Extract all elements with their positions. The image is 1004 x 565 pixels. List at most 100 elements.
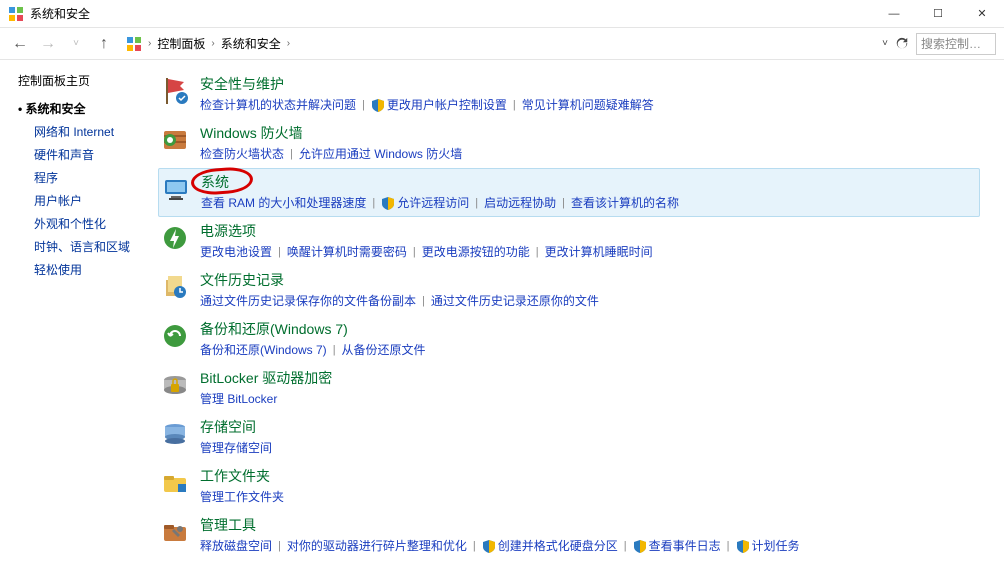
separator: | <box>475 197 478 209</box>
sidebar-item-3[interactable]: 程序 <box>18 166 150 189</box>
sidebar-item-1[interactable]: 网络和 Internet <box>18 120 150 143</box>
category-body: 备份和还原(Windows 7) 备份和还原(Windows 7) | 从备份还原文件 <box>200 319 980 358</box>
sub-link-security-maintenance-2[interactable]: 常见计算机问题疑难解答 <box>522 96 654 113</box>
category-title-link[interactable]: 存储空间 <box>200 417 256 437</box>
category-firewall: Windows 防火墙检查防火墙状态 | 允许应用通过 Windows 防火墙 <box>158 119 980 168</box>
separator: | <box>473 540 476 552</box>
category-security-maintenance: 安全性与维护检查计算机的状态并解决问题|更改用户帐户控制设置|常见计算机问题疑难… <box>158 70 980 119</box>
shield-icon <box>371 98 385 112</box>
breadcrumb-current[interactable]: 系统和安全 <box>221 35 281 52</box>
breadcrumb-root[interactable]: 控制面板 <box>157 35 205 52</box>
sub-link-power-0[interactable]: 更改电池设置 <box>200 243 272 260</box>
sub-links: 检查计算机的状态并解决问题|更改用户帐户控制设置|常见计算机问题疑难解答 <box>200 96 980 113</box>
sub-link-label: 启动远程协助 <box>484 194 556 211</box>
sub-link-system-2[interactable]: 启动远程协助 <box>484 194 556 211</box>
sidebar-item-7[interactable]: 轻松使用 <box>18 258 150 281</box>
sub-link-system-3[interactable]: 查看该计算机的名称 <box>571 194 679 211</box>
up-button[interactable]: ↑ <box>92 32 116 56</box>
sub-link-admin-tools-4[interactable]: 计划任务 <box>736 537 800 554</box>
sub-link-label: 创建并格式化硬盘分区 <box>498 537 618 554</box>
sidebar-home-link[interactable]: 控制面板主页 <box>18 72 150 89</box>
sub-link-admin-tools-1[interactable]: 对你的驱动器进行碎片整理和优化 <box>287 537 467 554</box>
category-title-link[interactable]: 电源选项 <box>200 221 256 241</box>
sub-link-system-1[interactable]: 允许远程访问 <box>381 194 469 211</box>
sub-link-security-maintenance-1[interactable]: 更改用户帐户控制设置 <box>371 96 507 113</box>
category-title-link[interactable]: 系统 <box>201 172 229 192</box>
chevron-right-icon[interactable]: › <box>211 38 214 49</box>
sub-link-admin-tools-2[interactable]: 创建并格式化硬盘分区 <box>482 537 618 554</box>
sub-link-label: 更改电池设置 <box>200 243 272 260</box>
separator: | <box>290 148 293 160</box>
sub-link-label: 更改计算机睡眠时间 <box>545 243 653 260</box>
category-body: 安全性与维护检查计算机的状态并解决问题|更改用户帐户控制设置|常见计算机问题疑难… <box>200 74 980 113</box>
power-icon <box>160 223 190 253</box>
category-title-link[interactable]: 管理工具 <box>200 515 256 535</box>
category-work-folders: 工作文件夹管理工作文件夹 <box>158 462 980 511</box>
sub-link-power-3[interactable]: 更改计算机睡眠时间 <box>545 243 653 260</box>
close-button[interactable]: ✕ <box>960 0 1004 28</box>
category-title-link[interactable]: 文件历史记录 <box>200 270 284 290</box>
sub-link-work-folders-0[interactable]: 管理工作文件夹 <box>200 488 284 505</box>
sub-links: 管理存储空间 <box>200 439 980 456</box>
separator: | <box>422 295 425 307</box>
sub-links: 通过文件历史记录保存你的文件备份副本 | 通过文件历史记录还原你的文件 <box>200 292 980 309</box>
sidebar-item-6[interactable]: 时钟、语言和区域 <box>18 235 150 258</box>
sidebar-item-2[interactable]: 硬件和声音 <box>18 143 150 166</box>
refresh-button[interactable] <box>892 34 912 54</box>
category-title-link[interactable]: 安全性与维护 <box>200 74 284 94</box>
chevron-right-icon[interactable]: › <box>148 38 151 49</box>
sub-link-label: 允许远程访问 <box>397 194 469 211</box>
sub-link-backup-restore-1[interactable]: 从备份还原文件 <box>342 341 426 358</box>
separator: | <box>413 246 416 258</box>
shield-icon <box>736 539 750 553</box>
sub-link-system-0[interactable]: 查看 RAM 的大小和处理器速度 <box>201 194 366 211</box>
window-controls: — ☐ ✕ <box>872 0 1004 28</box>
address-dropdown[interactable]: ˅ <box>882 38 888 49</box>
sidebar-item-4[interactable]: 用户帐户 <box>18 189 150 212</box>
category-power: 电源选项更改电池设置|唤醒计算机时需要密码|更改电源按钮的功能|更改计算机睡眠时… <box>158 217 980 266</box>
sub-link-power-2[interactable]: 更改电源按钮的功能 <box>422 243 530 260</box>
category-body: 电源选项更改电池设置|唤醒计算机时需要密码|更改电源按钮的功能|更改计算机睡眠时… <box>200 221 980 260</box>
sidebar-item-5[interactable]: 外观和个性化 <box>18 212 150 235</box>
sidebar-item-0[interactable]: 系统和安全 <box>18 97 150 120</box>
sub-link-label: 从备份还原文件 <box>342 341 426 358</box>
sub-link-file-history-0[interactable]: 通过文件历史记录保存你的文件备份副本 <box>200 292 416 309</box>
sub-link-firewall-0[interactable]: 检查防火墙状态 <box>200 145 284 162</box>
sub-link-label: 查看事件日志 <box>649 537 721 554</box>
sub-link-admin-tools-3[interactable]: 查看事件日志 <box>633 537 721 554</box>
sub-link-admin-tools-0[interactable]: 释放磁盘空间 <box>200 537 272 554</box>
sub-link-storage-spaces-0[interactable]: 管理存储空间 <box>200 439 272 456</box>
minimize-button[interactable]: — <box>872 0 916 28</box>
sub-link-label: 常见计算机问题疑难解答 <box>522 96 654 113</box>
category-storage-spaces: 存储空间管理存储空间 <box>158 413 980 462</box>
category-title-link[interactable]: BitLocker 驱动器加密 <box>200 368 332 388</box>
sidebar-list: 系统和安全网络和 Internet硬件和声音程序用户帐户外观和个性化时钟、语言和… <box>18 97 150 281</box>
sub-link-label: 允许应用通过 Windows 防火墙 <box>299 145 462 162</box>
sub-link-power-1[interactable]: 唤醒计算机时需要密码 <box>287 243 407 260</box>
sub-link-backup-restore-0[interactable]: 备份和还原(Windows 7) <box>200 341 327 358</box>
main-content: 安全性与维护检查计算机的状态并解决问题|更改用户帐户控制设置|常见计算机问题疑难… <box>150 60 1004 565</box>
sub-link-file-history-1[interactable]: 通过文件历史记录还原你的文件 <box>431 292 599 309</box>
breadcrumb[interactable]: › 控制面板 › 系统和安全 › <box>126 35 878 52</box>
back-button[interactable]: ← <box>8 32 32 56</box>
separator: | <box>333 344 336 356</box>
sub-links: 管理 BitLocker <box>200 390 980 407</box>
category-title-link[interactable]: Windows 防火墙 <box>200 123 303 143</box>
sub-link-security-maintenance-0[interactable]: 检查计算机的状态并解决问题 <box>200 96 356 113</box>
admintools-icon <box>160 517 190 547</box>
sub-link-bitlocker-0[interactable]: 管理 BitLocker <box>200 390 277 407</box>
chevron-right-icon[interactable]: › <box>287 38 290 49</box>
search-input[interactable]: 搜索控制… <box>916 33 996 55</box>
control-panel-icon <box>8 6 24 22</box>
maximize-button[interactable]: ☐ <box>916 0 960 28</box>
sub-link-firewall-1[interactable]: 允许应用通过 Windows 防火墙 <box>299 145 462 162</box>
category-title-link[interactable]: 备份和还原(Windows 7) <box>200 319 348 339</box>
category-system: 系统查看 RAM 的大小和处理器速度|允许远程访问|启动远程协助|查看该计算机的… <box>158 168 980 217</box>
shield-icon <box>381 196 395 210</box>
bitlocker-icon <box>160 370 190 400</box>
category-title-link[interactable]: 工作文件夹 <box>200 466 270 486</box>
forward-button[interactable]: → <box>36 32 60 56</box>
firewall-icon <box>160 125 190 155</box>
recent-dropdown[interactable]: ˅ <box>64 32 88 56</box>
sub-link-label: 唤醒计算机时需要密码 <box>287 243 407 260</box>
